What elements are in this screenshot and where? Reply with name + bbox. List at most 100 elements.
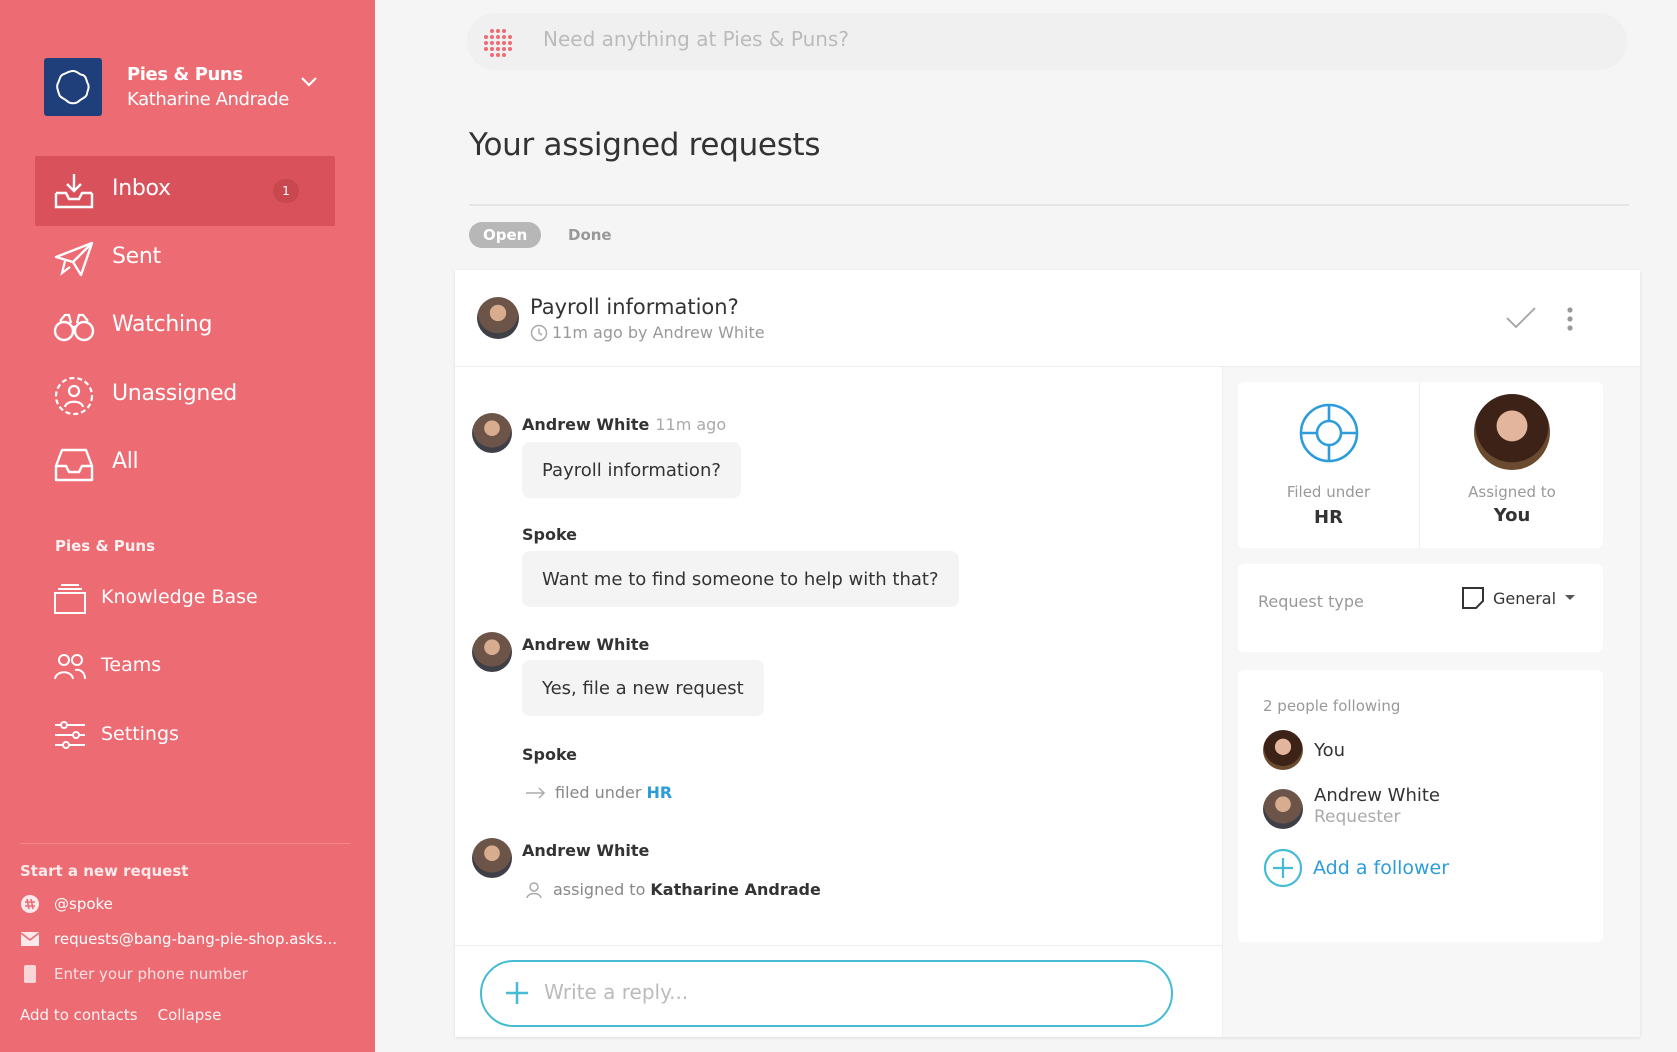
message-author: Andrew White 11m ago: [522, 415, 726, 434]
phone-placeholder: Enter your phone number: [54, 965, 248, 983]
section-label: Pies & Puns: [55, 537, 156, 555]
system-event-text: assigned to: [553, 880, 646, 899]
request-meta-text: 11m ago by Andrew White: [552, 323, 765, 342]
workspace-user: Katharine Andrade: [127, 89, 289, 110]
chevron-down-icon[interactable]: [300, 76, 318, 88]
request-header: Payroll information? 11m ago by Andrew W…: [455, 270, 1640, 367]
plus-icon[interactable]: [504, 980, 530, 1006]
follower-item[interactable]: You: [1263, 730, 1583, 774]
search-input[interactable]: [543, 27, 1443, 51]
system-event-text: filed under: [555, 783, 642, 802]
paper-plane-icon: [54, 241, 94, 277]
request-title: Payroll information?: [530, 295, 739, 319]
binoculars-icon: [53, 313, 95, 342]
clock-icon: [530, 324, 548, 341]
sidebar-item-label: All: [112, 449, 139, 474]
avatar: [1263, 789, 1303, 829]
workspace-switcher[interactable]: Pies & Puns Katharine Andrade: [44, 58, 344, 118]
sidebar-item-sent[interactable]: Sent: [35, 224, 335, 294]
slack-icon: [20, 894, 40, 914]
tab-done[interactable]: Done: [554, 222, 626, 248]
main-content: Your assigned requests Open Done Payroll…: [375, 0, 1677, 1052]
assigned-to-caption: Assigned to: [1468, 483, 1556, 501]
assigned-to-card[interactable]: Assigned to You: [1421, 382, 1603, 548]
follower-name: Andrew White: [1314, 785, 1441, 806]
reply-bar: [455, 945, 1223, 1037]
add-to-contacts-link[interactable]: Add to contacts: [20, 1006, 138, 1024]
slack-handle[interactable]: @spoke: [20, 894, 113, 914]
phone-icon: [20, 964, 40, 984]
sidebar-item-label: Unassigned: [112, 381, 237, 406]
followers-box: 2 people following You Andrew White Requ…: [1238, 670, 1603, 942]
system-event: filed under HR: [525, 783, 672, 802]
dots-grid-icon: [484, 29, 512, 57]
sidebar-item-label: Settings: [101, 723, 179, 745]
tab-open[interactable]: Open: [469, 222, 542, 248]
page-title: Your assigned requests: [469, 127, 821, 163]
sidebar: Pies & Puns Katharine Andrade Inbox 1 Se…: [0, 0, 375, 1052]
avatar: [472, 632, 512, 672]
filed-under-card[interactable]: Filed under HR: [1238, 382, 1420, 548]
avatar: [472, 413, 512, 453]
sidebar-item-teams[interactable]: Teams: [35, 636, 335, 696]
message-author: Spoke: [522, 745, 578, 764]
filed-under-caption: Filed under: [1286, 483, 1371, 501]
sidebar-item-knowledge-base[interactable]: Knowledge Base: [35, 568, 335, 628]
request-type-value: General: [1493, 588, 1557, 608]
follower-role: Requester: [1314, 807, 1401, 827]
request-type-select[interactable]: General: [1461, 586, 1576, 610]
sidebar-item-unassigned[interactable]: Unassigned: [35, 361, 335, 431]
sidebar-item-inbox[interactable]: Inbox 1: [35, 156, 335, 226]
check-icon[interactable]: [1505, 306, 1537, 330]
tray-icon: [54, 448, 94, 482]
sidebar-item-settings[interactable]: Settings: [35, 705, 335, 765]
workspace-name: Pies & Puns: [127, 64, 243, 85]
request-meta: 11m ago by Andrew White: [530, 323, 765, 342]
sidebar-item-label: Watching: [112, 312, 213, 337]
sidebar-item-watching[interactable]: Watching: [35, 292, 335, 362]
message-author: Andrew White: [522, 635, 650, 654]
sidebar-item-label: Knowledge Base: [101, 586, 258, 608]
note-icon: [1462, 587, 1484, 609]
reply-box[interactable]: [480, 960, 1173, 1027]
add-follower-button[interactable]: Add a follower: [1263, 848, 1449, 888]
reply-input[interactable]: [544, 980, 1104, 1004]
phone-number-field[interactable]: Enter your phone number: [20, 964, 248, 984]
caret-down-icon: [1565, 595, 1576, 600]
sidebar-item-label: Teams: [101, 654, 162, 676]
avatar: [472, 838, 512, 878]
lifebuoy-icon: [1299, 403, 1359, 463]
filed-under-value: HR: [1314, 507, 1343, 528]
followers-count: 2 people following: [1263, 697, 1401, 715]
conversation: Andrew White 11m ago Payroll information?…: [455, 367, 1223, 945]
assigned-to-value: You: [1493, 505, 1531, 526]
divider: [20, 843, 350, 844]
plus-circle-icon: [1263, 848, 1303, 888]
hr-link[interactable]: HR: [646, 783, 672, 802]
message-bubble: Yes, file a new request: [522, 660, 764, 716]
knowledge-base-icon: [54, 584, 86, 614]
assignee-avatar: [1474, 394, 1550, 470]
details-panel: Filed under HR Assigned to You Request t…: [1223, 367, 1640, 1037]
sliders-icon: [55, 721, 85, 749]
user-icon: [526, 881, 542, 898]
collapse-link[interactable]: Collapse: [158, 1006, 222, 1024]
request-email[interactable]: requests@bang-bang-pie-shop.asks...: [20, 929, 337, 949]
teams-icon: [54, 654, 86, 680]
message-bubble: Want me to find someone to help with tha…: [522, 551, 959, 607]
request-card: Payroll information? 11m ago by Andrew W…: [455, 270, 1640, 1037]
follower-item[interactable]: Andrew White Requester: [1263, 785, 1583, 829]
more-options-icon[interactable]: [1565, 306, 1575, 332]
follower-name: You: [1314, 740, 1346, 761]
sidebar-item-label: Inbox: [112, 176, 171, 201]
request-type-box: Request type General: [1238, 564, 1603, 652]
arrow-right-icon: [526, 786, 546, 799]
workspace-logo: [44, 58, 102, 116]
author-name: Andrew White: [522, 415, 650, 434]
sidebar-footer: Add to contacts Collapse: [20, 1006, 221, 1024]
sidebar-item-label: Sent: [112, 244, 161, 269]
sidebar-item-all[interactable]: All: [35, 429, 335, 499]
request-email-text: requests@bang-bang-pie-shop.asks...: [54, 930, 338, 948]
assignee-name: Katharine Andrade: [650, 880, 821, 899]
search-bar[interactable]: [467, 13, 1627, 70]
